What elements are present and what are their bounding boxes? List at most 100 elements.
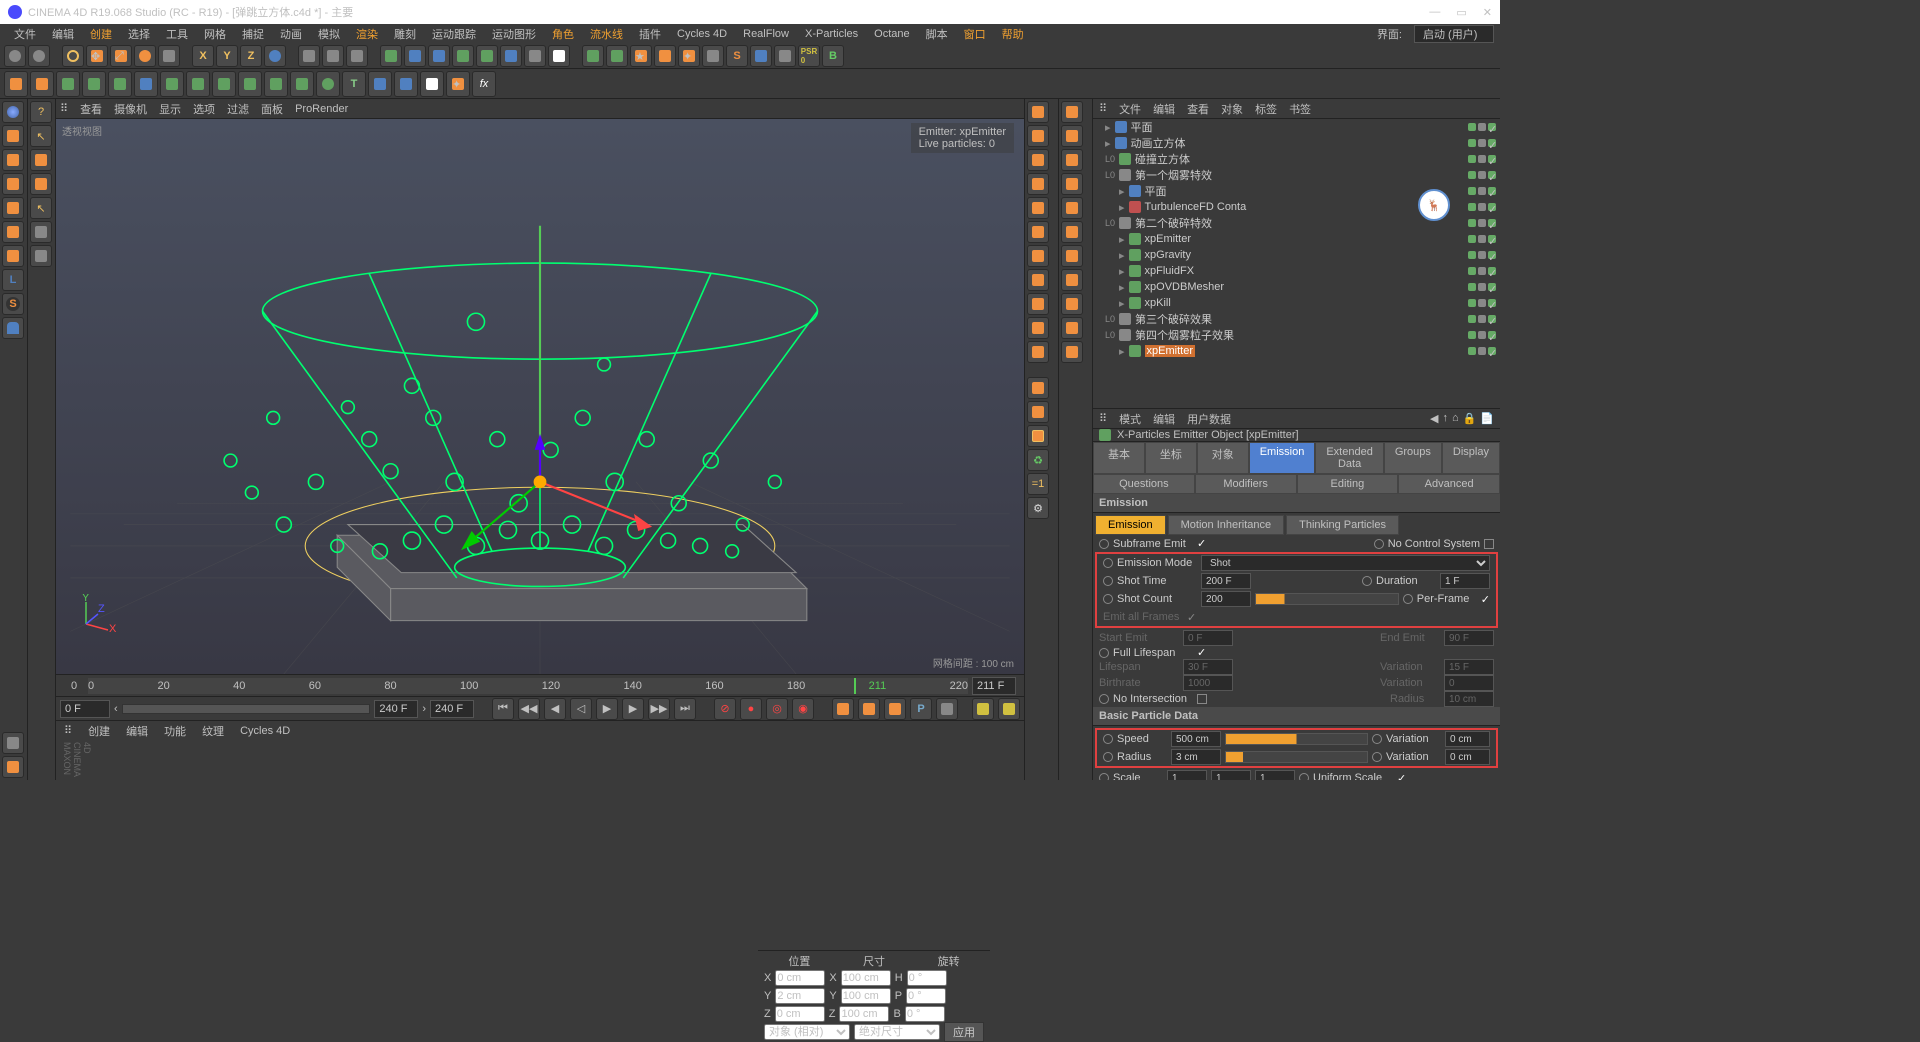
- am-mode[interactable]: 模式: [1119, 411, 1141, 427]
- object-row[interactable]: ▸xpFluidFX✓: [1093, 263, 1500, 279]
- vp-view[interactable]: 查看: [80, 101, 102, 117]
- radius-slider[interactable]: [1225, 751, 1368, 763]
- r1-gear[interactable]: ⚙: [1027, 497, 1049, 519]
- step-forward[interactable]: ▶: [622, 698, 644, 720]
- xp-b[interactable]: B: [822, 45, 844, 67]
- subtab-motion[interactable]: Motion Inheritance: [1168, 515, 1285, 535]
- menu-snap[interactable]: 捕捉: [234, 24, 272, 44]
- key-scale[interactable]: [858, 698, 880, 720]
- menu-character[interactable]: 角色: [544, 24, 582, 44]
- menu-plugins[interactable]: 插件: [631, 24, 669, 44]
- am-lock[interactable]: 🔒: [1463, 412, 1477, 425]
- r1-11[interactable]: [1027, 341, 1049, 363]
- key-p[interactable]: P: [910, 698, 932, 720]
- pl2-path[interactable]: [30, 149, 52, 171]
- layout-select[interactable]: 启动 (用户): [1414, 25, 1494, 43]
- pl-plane[interactable]: [2, 149, 24, 171]
- object-row[interactable]: ▸动画立方体✓: [1093, 135, 1500, 151]
- coord-input[interactable]: [775, 970, 825, 986]
- cube-object[interactable]: [404, 45, 426, 67]
- coord-mode-1[interactable]: 对象 (相对): [764, 1024, 850, 1040]
- duration-input[interactable]: [1440, 573, 1490, 589]
- vp-camera[interactable]: 摄像机: [114, 101, 147, 117]
- tab-object[interactable]: 对象: [1197, 442, 1249, 474]
- xp-link[interactable]: [702, 45, 724, 67]
- menu-edit[interactable]: 编辑: [44, 24, 82, 44]
- r1-3[interactable]: [1027, 149, 1049, 171]
- menu-animate[interactable]: 动画: [272, 24, 310, 44]
- mode-13[interactable]: [316, 71, 340, 97]
- r1-5[interactable]: [1027, 197, 1049, 219]
- menu-script[interactable]: 脚本: [918, 24, 956, 44]
- tab-editing[interactable]: Editing: [1297, 474, 1399, 494]
- timeline-ruler[interactable]: 020406080100120140160180211220: [88, 678, 968, 694]
- mode-10[interactable]: [238, 71, 262, 97]
- pl-lock[interactable]: [2, 732, 24, 754]
- key-pos[interactable]: [832, 698, 854, 720]
- r1-10[interactable]: [1027, 317, 1049, 339]
- r1-eq[interactable]: =1: [1027, 473, 1049, 495]
- select-tool[interactable]: [62, 45, 84, 67]
- r1-cube[interactable]: [1027, 425, 1049, 447]
- rec-key[interactable]: ●: [740, 698, 762, 720]
- object-row[interactable]: ▸平面✓: [1093, 119, 1500, 135]
- xp-psr[interactable]: PSR0: [798, 45, 820, 67]
- emission-mode-select[interactable]: Shot: [1201, 555, 1490, 571]
- mode-3[interactable]: [56, 71, 80, 97]
- menu-realflow[interactable]: RealFlow: [735, 26, 797, 42]
- pl-floor[interactable]: [2, 173, 24, 195]
- xp-spray[interactable]: ✦: [678, 45, 700, 67]
- pl2-arrow[interactable]: ↖: [30, 125, 52, 147]
- menu-render[interactable]: 渲染: [348, 24, 386, 44]
- om-bookmarks[interactable]: 书签: [1289, 101, 1311, 117]
- xp-sprite[interactable]: ★: [630, 45, 652, 67]
- r2-4[interactable]: [1061, 173, 1083, 195]
- timeline-cursor[interactable]: [854, 678, 856, 694]
- menu-xparticles[interactable]: X-Particles: [797, 26, 866, 42]
- xp-particles[interactable]: [582, 45, 604, 67]
- r1-7[interactable]: [1027, 245, 1049, 267]
- mode-8[interactable]: [186, 71, 210, 97]
- render-settings[interactable]: [346, 45, 368, 67]
- speed-slider[interactable]: [1225, 733, 1368, 745]
- axis-x[interactable]: X: [192, 45, 214, 67]
- mode-5[interactable]: [108, 71, 132, 97]
- am-edit[interactable]: 编辑: [1153, 411, 1175, 427]
- shot-count-slider[interactable]: [1255, 593, 1399, 605]
- pl2-arrow2[interactable]: ↖: [30, 197, 52, 219]
- r1-6[interactable]: [1027, 221, 1049, 243]
- move-tool[interactable]: ✥: [86, 45, 108, 67]
- redo-button[interactable]: [28, 45, 50, 67]
- subtab-emission[interactable]: Emission: [1095, 515, 1166, 535]
- r2-9[interactable]: [1061, 293, 1083, 315]
- xp-emit[interactable]: [606, 45, 628, 67]
- generator-object[interactable]: [452, 45, 474, 67]
- r2-6[interactable]: [1061, 221, 1083, 243]
- coord-input[interactable]: [907, 970, 947, 986]
- object-row[interactable]: ▸xpOVDBMesher✓: [1093, 279, 1500, 295]
- pl2-cube[interactable]: [30, 221, 52, 243]
- r2-8[interactable]: [1061, 269, 1083, 291]
- maximize-button[interactable]: ▭: [1456, 6, 1466, 19]
- step-fwd-key[interactable]: ▶▶: [648, 698, 670, 720]
- scale-tool[interactable]: ⤢: [110, 45, 132, 67]
- key-view2[interactable]: [998, 698, 1020, 720]
- object-row[interactable]: L0第一个烟雾特效✓: [1093, 167, 1500, 183]
- menu-window[interactable]: 窗口: [956, 24, 994, 44]
- grip-icon[interactable]: ⠿: [64, 724, 72, 737]
- vp-filter[interactable]: 过滤: [227, 101, 249, 117]
- coord-apply[interactable]: 应用: [944, 1022, 984, 1042]
- menu-cycles[interactable]: Cycles 4D: [669, 26, 735, 42]
- object-row[interactable]: L0第四个烟雾粒子效果✓: [1093, 327, 1500, 343]
- pl-cube4[interactable]: [2, 245, 24, 267]
- menu-octane[interactable]: Octane: [866, 26, 917, 42]
- coord-input[interactable]: [775, 988, 825, 1004]
- null-object[interactable]: [380, 45, 402, 67]
- grip-icon[interactable]: ⠿: [1099, 102, 1107, 115]
- tab-questions[interactable]: Questions: [1093, 474, 1195, 494]
- nocontrol-check[interactable]: [1484, 539, 1494, 549]
- spline-object[interactable]: [428, 45, 450, 67]
- r1-8[interactable]: [1027, 269, 1049, 291]
- timeline-current[interactable]: 211 F: [972, 677, 1016, 695]
- pl-s[interactable]: S: [2, 293, 24, 315]
